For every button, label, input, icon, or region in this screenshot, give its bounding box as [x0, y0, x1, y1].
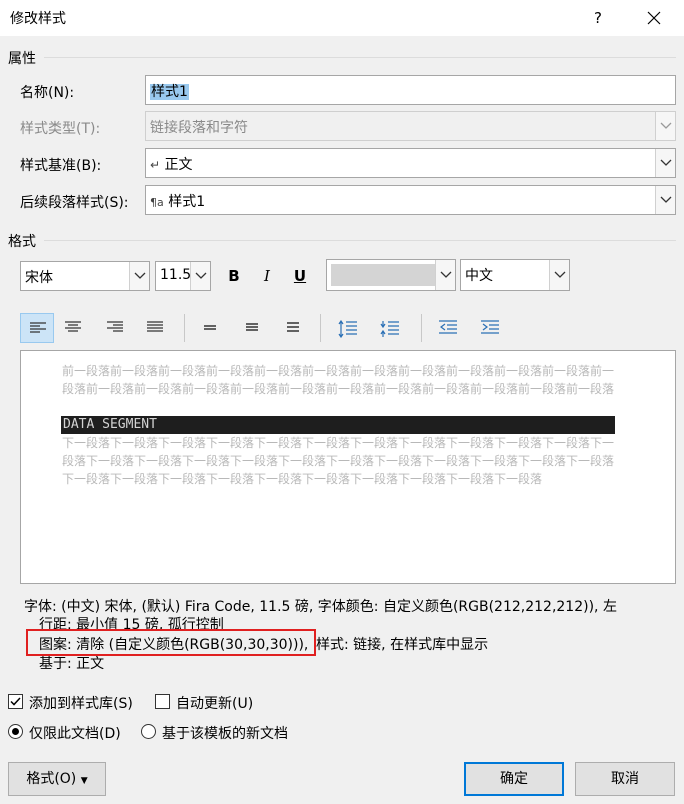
dialog-title: 修改样式: [10, 11, 66, 27]
name-value: 样式1: [150, 84, 189, 100]
preview-pane: 前一段落前一段落前一段落前一段落前一段落前一段落前一段落前一段落前一段落前一段落…: [20, 350, 676, 584]
style-base-value: 正文: [164, 157, 193, 173]
next-style-label: 后续段落样式(S):: [20, 195, 129, 211]
description-line-1: 字体: (中文) 宋体, (默认) Fira Code, 11.5 磅, 字体颜…: [24, 599, 617, 615]
cancel-button[interactable]: 取消: [575, 762, 675, 796]
preview-next-paragraph: 下一段落下一段落下一段落下一段落下一段落下一段落下一段落下一段落下一段落下一段落…: [62, 436, 615, 486]
close-icon: [647, 11, 661, 25]
toolbar-separator: [320, 314, 321, 342]
justify-icon: [147, 321, 163, 332]
paragraph-mark-icon: ↵: [150, 158, 161, 172]
underline-button[interactable]: U: [287, 263, 313, 289]
divider: [44, 240, 676, 241]
chevron-down-icon: [129, 262, 149, 290]
style-type-select: 链接段落和字符: [145, 111, 676, 141]
title-bar: [0, 0, 684, 36]
align-right-button[interactable]: [98, 313, 132, 343]
align-right-icon: [107, 321, 123, 332]
one-half-spacing-icon: [246, 323, 258, 331]
preview-previous-paragraph: 前一段落前一段落前一段落前一段落前一段落前一段落前一段落前一段落前一段落前一段落…: [62, 364, 615, 396]
style-type-value: 链接段落和字符: [150, 120, 248, 136]
decrease-indent-icon: [439, 320, 457, 334]
double-spacing-button[interactable]: [276, 313, 310, 343]
properties-section-label: 属性: [8, 51, 36, 67]
toolbar-separator: [184, 314, 185, 342]
font-size-select[interactable]: 11.5: [155, 261, 211, 291]
font-select[interactable]: 宋体: [20, 261, 150, 291]
auto-update-label[interactable]: 自动更新(U): [176, 693, 253, 713]
font-color-select[interactable]: [326, 259, 456, 291]
chevron-down-icon: [435, 260, 455, 290]
toolbar-separator: [421, 314, 422, 342]
double-spacing-icon: [287, 322, 299, 332]
single-spacing-icon: [204, 325, 216, 330]
caret-down-icon: ▼: [80, 776, 88, 786]
next-style-select[interactable]: ¶a 样式1: [145, 185, 676, 215]
chevron-down-icon: [655, 186, 675, 214]
justify-button[interactable]: [138, 313, 172, 343]
chevron-down-icon: [655, 112, 675, 140]
align-center-button[interactable]: [56, 313, 90, 343]
next-style-value: 样式1: [168, 194, 206, 210]
add-to-gallery-label[interactable]: 添加到样式库(S): [29, 693, 133, 713]
new-documents-label[interactable]: 基于该模板的新文档: [162, 723, 288, 743]
add-to-gallery-checkbox[interactable]: [8, 694, 23, 709]
decrease-indent-button[interactable]: [430, 313, 464, 343]
style-base-label: 样式基准(B):: [20, 158, 102, 174]
font-value: 宋体: [25, 270, 53, 286]
divider: [44, 57, 676, 58]
checkmark-icon: [10, 697, 21, 706]
increase-indent-icon: [481, 320, 499, 334]
bold-button[interactable]: B: [221, 263, 247, 289]
name-input[interactable]: 样式1: [145, 75, 676, 105]
auto-update-checkbox[interactable]: [155, 694, 170, 709]
ok-button[interactable]: 确定: [464, 762, 564, 796]
italic-button[interactable]: I: [254, 263, 280, 289]
highlight-box: [26, 629, 316, 656]
chevron-down-icon: [655, 149, 675, 177]
style-base-select[interactable]: ↵ 正文: [145, 148, 676, 178]
one-half-spacing-button[interactable]: [235, 313, 269, 343]
font-size-value: 11.5: [160, 267, 192, 283]
single-spacing-button[interactable]: [193, 313, 227, 343]
format-button-label: 格式(O): [26, 771, 77, 787]
close-button[interactable]: [640, 4, 668, 32]
this-document-radio[interactable]: [8, 724, 23, 739]
help-button[interactable]: ?: [584, 4, 612, 32]
align-left-icon: [30, 322, 46, 333]
decrease-paragraph-spacing-icon: [380, 321, 399, 337]
increase-spacing-button[interactable]: [330, 313, 364, 343]
chevron-down-icon: [190, 262, 210, 290]
increase-paragraph-spacing-icon: [338, 320, 357, 338]
chevron-down-icon: [549, 260, 569, 290]
decrease-spacing-button[interactable]: [372, 313, 406, 343]
format-section-label: 格式: [8, 234, 36, 250]
preview-sample-text: DATA SEGMENT: [61, 416, 615, 434]
increase-indent-button[interactable]: [472, 313, 506, 343]
this-document-label[interactable]: 仅限此文档(D): [29, 723, 121, 743]
script-value: 中文: [465, 268, 493, 284]
name-label: 名称(N):: [20, 85, 75, 101]
radio-dot: [12, 728, 19, 735]
align-center-icon: [65, 321, 81, 332]
align-left-button[interactable]: [20, 313, 54, 343]
color-swatch: [331, 264, 435, 286]
script-select[interactable]: 中文: [460, 259, 570, 291]
description-line-4: 基于: 正文: [39, 656, 105, 672]
description-line-3b: 样式: 链接, 在样式库中显示: [316, 637, 489, 653]
linked-style-icon: ¶a: [150, 196, 164, 209]
format-menu-button[interactable]: 格式(O) ▼: [8, 762, 106, 796]
style-type-label: 样式类型(T):: [20, 121, 101, 137]
new-documents-radio[interactable]: [141, 724, 156, 739]
